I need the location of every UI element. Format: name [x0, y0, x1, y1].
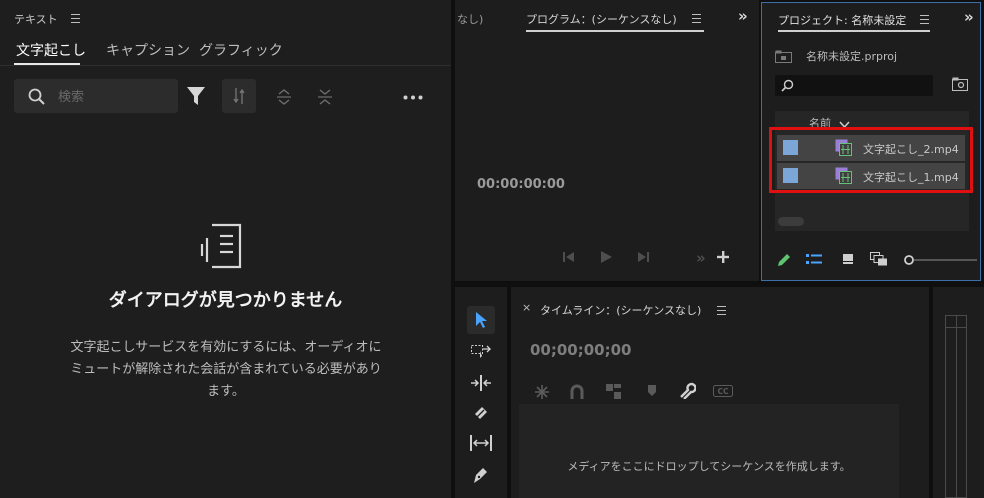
timeline-close-icon[interactable]: ×: [522, 301, 531, 314]
new-bin-search-icon[interactable]: [952, 77, 968, 91]
tools-panel: [455, 287, 507, 498]
zoom-slider[interactable]: [903, 254, 977, 266]
highlight-annotation: [769, 127, 973, 193]
project-overflow-icon[interactable]: »: [964, 8, 974, 26]
play-icon[interactable]: [599, 250, 613, 264]
text-panel: テキスト 文字起こし キャプション グラフィック ダ: [0, 0, 451, 498]
text-panel-title: テキスト: [14, 13, 58, 26]
svg-text:CC: CC: [717, 387, 729, 396]
panel-overflow-icon[interactable]: »: [738, 7, 748, 25]
timeline-title[interactable]: タイムライン：(シーケンスなし): [540, 302, 701, 318]
timeline-panel: × タイムライン：(シーケンスなし) 00;00;00;00 CC メディアをこ…: [511, 287, 929, 498]
nest-sequence-icon[interactable]: [534, 384, 550, 400]
sync-scroll-button[interactable]: [222, 79, 256, 113]
project-file-icon: [775, 50, 792, 63]
selection-arrow-icon: [475, 311, 488, 329]
timeline-menu-icon[interactable]: [717, 306, 726, 315]
track-select-icon[interactable]: [471, 345, 491, 359]
wrench-icon[interactable]: [679, 382, 696, 399]
drop-zone-message: メディアをここにドロップしてシーケンスを作成します。: [567, 460, 851, 473]
program-timecode[interactable]: 00:00:00:00: [477, 177, 565, 192]
step-back-icon[interactable]: [562, 251, 576, 263]
freeform-view-icon[interactable]: [870, 252, 888, 266]
empty-desc-line-1: 文字起こしサービスを有効にするには、オーディオに: [70, 340, 382, 355]
list-view-icon[interactable]: [806, 253, 822, 266]
empty-desc-line-3: ます。: [207, 384, 245, 399]
razor-icon[interactable]: [472, 404, 490, 422]
step-forward-icon[interactable]: [636, 251, 650, 263]
project-filename: 名称未設定.prproj: [806, 50, 898, 63]
slip-tool-icon[interactable]: [470, 435, 492, 451]
empty-state-title: ダイアログが見つかりません: [108, 290, 343, 311]
project-tab-underline: [778, 30, 930, 32]
timeline-drop-zone[interactable]: メディアをここにドロップしてシーケンスを作成します。: [519, 404, 899, 498]
program-tab-underline: [526, 30, 704, 32]
more-options-icon[interactable]: [403, 95, 423, 100]
icon-view-icon[interactable]: [842, 253, 854, 265]
button-editor-plus-icon[interactable]: [716, 250, 730, 264]
project-search-icon: [781, 79, 794, 92]
program-menu-icon[interactable]: [692, 14, 701, 23]
search-input[interactable]: [56, 86, 170, 108]
captions-icon[interactable]: CC: [713, 385, 733, 397]
pencil-icon[interactable]: [776, 253, 791, 268]
linked-selection-icon[interactable]: [605, 383, 622, 400]
project-search-field[interactable]: [775, 75, 933, 96]
tab-transcript[interactable]: 文字起こし: [16, 40, 86, 60]
text-panel-menu-icon[interactable]: [71, 14, 80, 23]
more-controls-icon[interactable]: »: [696, 249, 706, 267]
expand-icon[interactable]: [275, 88, 293, 106]
tab-graphics[interactable]: グラフィック: [199, 40, 283, 60]
hidden-tab-fragment[interactable]: なし): [457, 11, 483, 27]
empty-state-description: 文字起こしサービスを有効にするには、オーディオに ミュートが解除された会話が含ま…: [60, 337, 392, 403]
collapse-icon[interactable]: [316, 88, 334, 106]
project-menu-icon[interactable]: [920, 15, 929, 24]
transcript-search[interactable]: [14, 79, 178, 113]
timeline-timecode[interactable]: 00;00;00;00: [530, 341, 632, 359]
meter-channel-divider: [956, 316, 957, 497]
add-marker-icon[interactable]: [647, 384, 657, 397]
horizontal-scrollbar[interactable]: [778, 217, 804, 226]
tab-divider: [0, 65, 451, 66]
selection-tool-button[interactable]: [467, 306, 495, 334]
tab-captions[interactable]: キャプション: [106, 40, 190, 60]
sync-arrows-icon: [233, 87, 245, 105]
audio-meter-panel: [933, 287, 984, 498]
transcript-doc-icon: [198, 222, 244, 270]
audio-meter: [945, 315, 967, 498]
project-panel-title[interactable]: プロジェクト: 名称未設定: [778, 12, 906, 28]
program-monitor-panel: なし) プログラム：(シーケンスなし) » 00:00:00:00 »: [455, 0, 759, 281]
filter-icon[interactable]: [186, 86, 206, 106]
ripple-edit-icon[interactable]: [470, 375, 492, 391]
program-monitor-title[interactable]: プログラム：(シーケンスなし): [526, 11, 677, 27]
snap-icon[interactable]: [570, 384, 584, 399]
empty-desc-line-2: ミュートが解除された会話が含まれている必要があり: [70, 362, 382, 377]
meter-peak-line: [946, 327, 966, 328]
pen-tool-icon[interactable]: [472, 465, 490, 485]
search-icon: [28, 88, 46, 106]
